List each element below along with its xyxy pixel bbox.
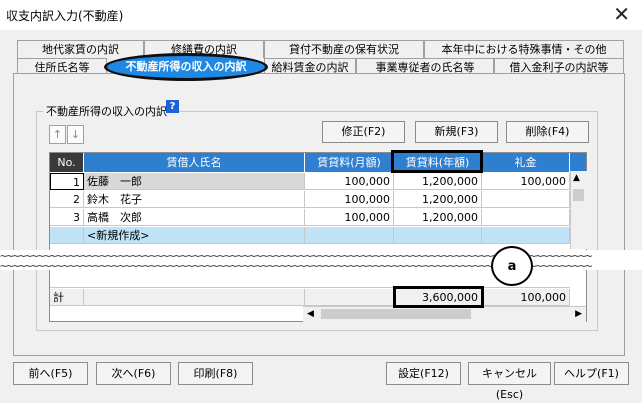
new-button[interactable]: 新規(F3): [415, 121, 498, 143]
table-row-annual[interactable]: 1,200,000: [394, 173, 482, 190]
total-key-money: 100,000: [482, 289, 570, 306]
table-row-key-money[interactable]: [482, 209, 570, 226]
move-up-button[interactable]: ↑: [49, 125, 66, 144]
cancel-button[interactable]: キャンセル(Esc): [468, 362, 551, 401]
total-name-cell: [84, 289, 305, 306]
total-monthly: [305, 289, 394, 306]
title-bar: 収支内訳入力(不動産) ✕: [0, 0, 642, 30]
new-row-monthly[interactable]: [305, 227, 394, 244]
scroll-left-icon[interactable]: ◀: [307, 307, 314, 321]
move-down-button[interactable]: ↓: [67, 125, 84, 144]
col-header-spacer: [570, 153, 586, 172]
vertical-scrollbar[interactable]: ▲: [570, 171, 587, 249]
total-label: 計: [50, 289, 84, 306]
table-row-monthly[interactable]: 100,000: [305, 173, 394, 190]
help-icon[interactable]: ?: [166, 100, 179, 113]
highlight-total-annual: [393, 286, 484, 308]
table-row-no[interactable]: 2: [50, 191, 84, 208]
income-table: No. 賃借人氏名 賃貸料(月額) 賃貸料(年額) 礼金 1 佐藤 一郎 100…: [49, 152, 587, 322]
edit-button[interactable]: 修正(F2): [322, 121, 405, 143]
table-row-name[interactable]: 高橋 次郎: [84, 209, 305, 226]
table-row-name[interactable]: 鈴木 花子: [84, 191, 305, 208]
close-icon[interactable]: ✕: [613, 3, 630, 25]
new-row-create[interactable]: <新規作成>: [84, 227, 305, 244]
tab-property-holdings[interactable]: 貸付不動産の保有状況: [264, 40, 424, 58]
new-row-no[interactable]: [50, 227, 84, 244]
table-row-no[interactable]: 3: [50, 209, 84, 226]
dialog-window: 収支内訳入力(不動産) ✕ 地代家賃の内訳 修繕費の内訳 貸付不動産の保有状況 …: [0, 0, 642, 403]
prev-button[interactable]: 前へ(F5): [13, 362, 88, 385]
group-title: 不動産所得の収入の内訳: [43, 103, 170, 119]
scroll-thumb[interactable]: [573, 189, 584, 201]
col-header-key-money: 礼金: [482, 153, 570, 172]
callout-bubble: a: [491, 246, 533, 286]
tab-real-estate-income[interactable]: 不動産所得の収入の内訳: [104, 53, 268, 81]
table-row-no[interactable]: 1: [50, 173, 84, 190]
hscroll-thumb[interactable]: [321, 309, 471, 319]
table-row-annual[interactable]: 1,200,000: [394, 209, 482, 226]
new-row-key-money[interactable]: [482, 227, 570, 244]
table-row-key-money[interactable]: [482, 191, 570, 208]
horizontal-scrollbar[interactable]: ◀ ▶: [303, 306, 586, 322]
col-header-tenant: 賃借人氏名: [84, 153, 305, 172]
next-button[interactable]: 次へ(F6): [96, 362, 171, 385]
print-button[interactable]: 印刷(F8): [178, 362, 253, 385]
help-button[interactable]: ヘルプ(F1): [554, 362, 629, 385]
scroll-right-icon[interactable]: ▶: [575, 307, 582, 321]
highlight-annual-header: [391, 150, 483, 173]
delete-button[interactable]: 削除(F4): [506, 121, 589, 143]
table-row-monthly[interactable]: 100,000: [305, 209, 394, 226]
table-row-monthly[interactable]: 100,000: [305, 191, 394, 208]
table-row-key-money[interactable]: 100,000: [482, 173, 570, 190]
col-header-monthly: 賃貸料(月額): [305, 153, 394, 172]
new-row-annual[interactable]: [394, 227, 482, 244]
window-title: 収支内訳入力(不動産): [6, 9, 124, 23]
table-row-annual[interactable]: 1,200,000: [394, 191, 482, 208]
col-header-no: No.: [50, 153, 84, 172]
tab-rent-details[interactable]: 地代家賃の内訳: [17, 40, 144, 58]
settings-button[interactable]: 設定(F12): [386, 362, 461, 385]
scroll-up-icon[interactable]: ▲: [573, 173, 580, 183]
table-row-name[interactable]: 佐藤 一郎: [84, 173, 305, 190]
tab-special-circumstances[interactable]: 本年中における特殊事情・その他: [424, 40, 624, 58]
